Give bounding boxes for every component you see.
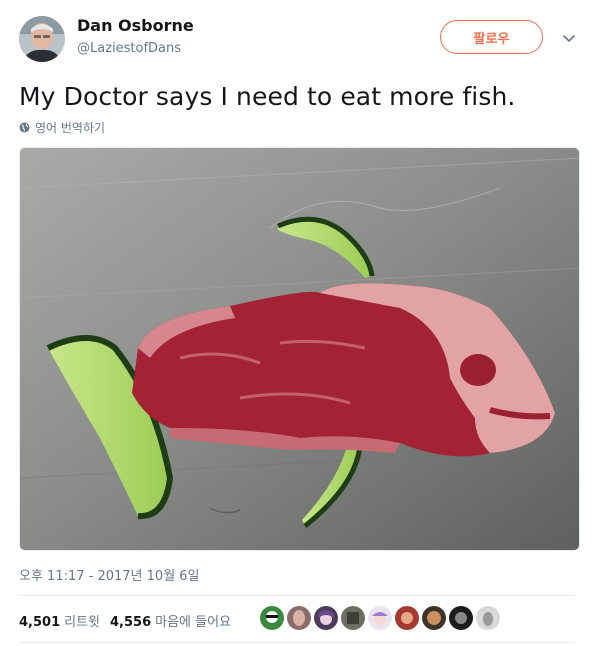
divider <box>19 642 575 643</box>
translate-link[interactable]: 영어 번역하기 <box>19 119 105 136</box>
tweet-header: Dan Osborne @LaziestofDans 팔로우 <box>19 14 575 64</box>
avatar[interactable] <box>476 606 500 630</box>
avatar[interactable] <box>314 606 338 630</box>
like-stat[interactable]: 4,556 마음에 들어요 <box>110 611 231 630</box>
divider <box>19 595 575 596</box>
follow-button[interactable]: 팔로우 <box>440 20 543 54</box>
like-label: 마음에 들어요 <box>155 614 232 630</box>
tweet-timestamp[interactable]: 오후 11:17 - 2017년 10월 6일 <box>19 565 200 584</box>
tweet-photo[interactable] <box>19 147 580 551</box>
avatar[interactable] <box>19 16 65 62</box>
avatar[interactable] <box>422 606 446 630</box>
avatar[interactable] <box>449 606 473 630</box>
chevron-down-icon[interactable] <box>561 30 577 46</box>
avatar[interactable] <box>341 606 365 630</box>
like-count: 4,556 <box>110 614 152 630</box>
globe-icon <box>19 122 30 133</box>
avatar[interactable] <box>287 606 311 630</box>
avatar[interactable] <box>395 606 419 630</box>
display-name[interactable]: Dan Osborne <box>77 16 194 36</box>
retweet-stat[interactable]: 4,501 리트윗 <box>19 611 100 630</box>
liker-avatars <box>260 606 500 630</box>
user-handle[interactable]: @LaziestofDans <box>77 40 194 58</box>
avatar[interactable] <box>368 606 392 630</box>
retweet-count: 4,501 <box>19 614 61 630</box>
avatar[interactable] <box>260 606 284 630</box>
translate-label: 영어 번역하기 <box>35 121 106 135</box>
retweet-label: 리트윗 <box>64 614 101 630</box>
tweet-text: My Doctor says I need to eat more fish. <box>19 82 516 111</box>
user-info: Dan Osborne @LaziestofDans <box>77 16 194 58</box>
